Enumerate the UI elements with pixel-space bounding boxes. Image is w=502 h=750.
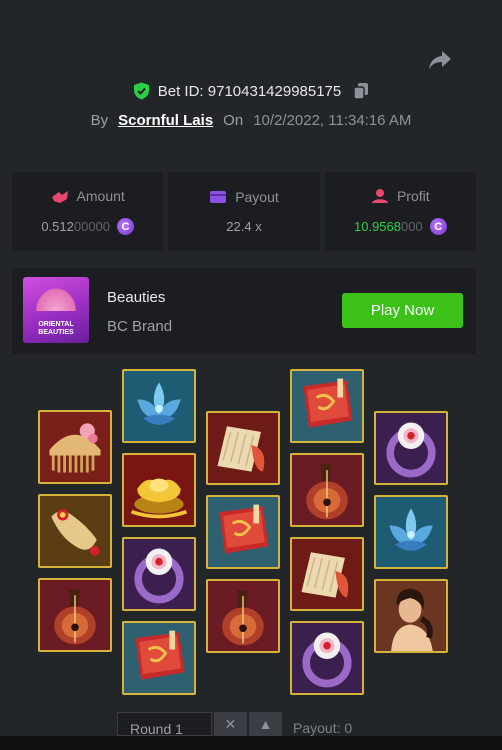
- chevron-up-icon[interactable]: ▲: [249, 712, 282, 736]
- bet-id-row: Bet ID: 9710431429985175: [0, 82, 502, 100]
- slot-symbol-book: [290, 369, 364, 443]
- bet-stats: Amount 0.51200000 C Payout 22.4 x Profit…: [12, 172, 476, 251]
- bet-date: 10/2/2022, 11:34:16 AM: [253, 112, 412, 129]
- play-now-button[interactable]: Play Now: [342, 293, 463, 328]
- slot-symbol-comb: [38, 410, 112, 484]
- profit-value-trailing: 000: [400, 219, 423, 234]
- wallet-icon: [210, 191, 227, 203]
- bet-id: Bet ID: 9710431429985175: [157, 82, 342, 100]
- game-title: Beauties: [107, 289, 166, 306]
- close-icon[interactable]: ✕: [214, 712, 247, 736]
- bet-author-row: By Scornful Lais On 10/2/2022, 11:34:16 …: [0, 112, 502, 129]
- username-link[interactable]: Scornful Lais: [118, 112, 213, 129]
- slot-symbol-scroll: [38, 494, 112, 568]
- amount-value-trailing: 00000: [73, 219, 111, 234]
- slot-symbol-ring: [122, 537, 196, 611]
- share-icon[interactable]: [428, 49, 452, 71]
- slot-symbol-fan: [206, 411, 280, 485]
- copy-icon[interactable]: [353, 82, 369, 100]
- coin-icon: C: [117, 218, 135, 235]
- shield-check-icon: [133, 82, 149, 100]
- bottom-bar: [0, 736, 502, 750]
- round-controls: Round 1 ✕ ▲: [117, 712, 282, 737]
- slot-symbol-lotus: [374, 495, 448, 569]
- slot-symbol-fan: [290, 537, 364, 611]
- slot-reels: [0, 369, 502, 699]
- payout-value: 22.4 x: [226, 219, 262, 234]
- amount-card: Amount 0.51200000 C: [12, 172, 164, 251]
- payout-card: Payout 22.4 x: [168, 172, 320, 251]
- amount-value: 0.512: [41, 219, 74, 234]
- slot-symbol-pipa: [206, 579, 280, 653]
- round-select[interactable]: Round 1: [117, 712, 212, 737]
- amount-label: Amount: [76, 188, 125, 204]
- thumbnail-title: ORIENTAL BEAUTIES: [38, 321, 74, 336]
- slot-symbol-ring: [290, 621, 364, 695]
- slot-symbol-book: [122, 621, 196, 695]
- on-label: On: [223, 112, 244, 129]
- payout-label: Payout: [235, 189, 279, 205]
- slot-symbol-lady: [374, 579, 448, 653]
- profit-label: Profit: [396, 188, 430, 204]
- profit-value: 10.9568: [353, 219, 401, 234]
- round-payout: Payout: 0: [293, 720, 353, 736]
- coin-icon: C: [429, 218, 447, 235]
- game-brand: BC Brand: [107, 318, 173, 335]
- slot-symbol-lotus: [122, 369, 196, 443]
- amount-icon: [51, 191, 68, 203]
- slot-symbol-pipa: [38, 578, 112, 652]
- game-thumbnail[interactable]: ORIENTAL BEAUTIES: [23, 277, 89, 343]
- slot-symbol-gold: [122, 453, 196, 527]
- slot-symbol-book: [206, 495, 280, 569]
- by-label: By: [90, 112, 109, 129]
- profit-icon: [371, 189, 388, 203]
- slot-symbol-pipa: [290, 453, 364, 527]
- profit-card: Profit 10.9568000 C: [324, 172, 476, 251]
- slot-symbol-ring: [374, 411, 448, 485]
- game-card: ORIENTAL BEAUTIES Beauties BC Brand Play…: [12, 268, 476, 354]
